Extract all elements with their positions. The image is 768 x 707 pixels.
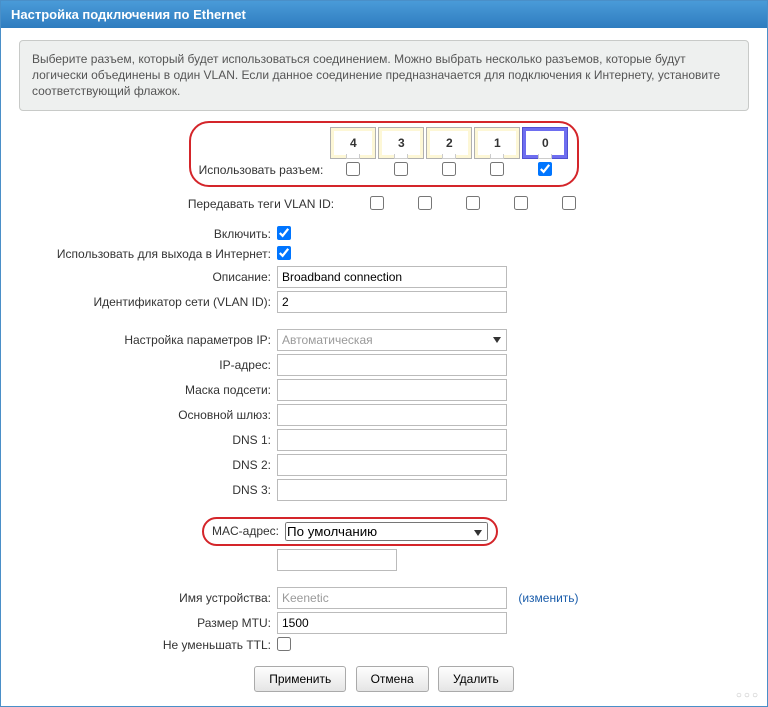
ip-label: IP-адрес: — [19, 358, 277, 372]
apply-button[interactable]: Применить — [254, 666, 346, 692]
dns1-label: DNS 1: — [19, 433, 277, 447]
use-port-3-checkbox[interactable] — [394, 162, 408, 176]
mac-label: MAC-адрес: — [212, 524, 285, 538]
devname-label: Имя устройства: — [19, 591, 277, 605]
port-3[interactable]: 3 — [378, 127, 424, 159]
vlan-tag-0-checkbox[interactable] — [562, 196, 576, 210]
enable-checkbox[interactable] — [277, 226, 291, 240]
use-port-0-checkbox[interactable] — [538, 162, 552, 176]
vlan-tag-label: Передавать теги VLAN ID: — [176, 192, 353, 213]
mac-extra-input[interactable] — [277, 549, 397, 571]
port-1[interactable]: 1 — [474, 127, 520, 159]
use-port-2-checkbox[interactable] — [442, 162, 456, 176]
port-4[interactable]: 4 — [330, 127, 376, 159]
cancel-button[interactable]: Отмена — [356, 666, 429, 692]
resize-grip-icon: ○○○ — [736, 690, 760, 701]
mac-select[interactable] — [285, 522, 488, 541]
port-2[interactable]: 2 — [426, 127, 472, 159]
description-label: Описание: — [19, 270, 277, 284]
mtu-label: Размер MTU: — [19, 616, 277, 630]
vlan-tag-2-checkbox[interactable] — [466, 196, 480, 210]
ip-input[interactable] — [277, 354, 507, 376]
ttl-label: Не уменьшать TTL: — [19, 638, 277, 652]
use-port-1-checkbox[interactable] — [490, 162, 504, 176]
vlan-tag-3-checkbox[interactable] — [418, 196, 432, 210]
mask-input[interactable] — [277, 379, 507, 401]
ipmode-select[interactable] — [277, 329, 507, 351]
vlanid-label: Идентификатор сети (VLAN ID): — [19, 295, 277, 309]
change-link[interactable]: (изменить) — [518, 591, 578, 605]
info-text: Выберите разъем, который будет использов… — [19, 40, 749, 111]
vlan-tag-1-checkbox[interactable] — [514, 196, 528, 210]
dns2-input[interactable] — [277, 454, 507, 476]
ipmode-label: Настройка параметров IP: — [19, 333, 277, 347]
delete-button[interactable]: Удалить — [438, 666, 514, 692]
use-port-label: Использовать разъем: — [199, 162, 330, 179]
mask-label: Маска подсети: — [19, 383, 277, 397]
internet-checkbox[interactable] — [277, 246, 291, 260]
vlanid-input[interactable] — [277, 291, 507, 313]
devname-input — [277, 587, 507, 609]
internet-label: Использовать для выхода в Интернет: — [19, 247, 277, 261]
port-0[interactable]: 0 — [522, 127, 568, 159]
description-input[interactable] — [277, 266, 507, 288]
dns1-input[interactable] — [277, 429, 507, 451]
dns2-label: DNS 2: — [19, 458, 277, 472]
gateway-label: Основной шлюз: — [19, 408, 277, 422]
dns3-label: DNS 3: — [19, 483, 277, 497]
vlan-tag-4-checkbox[interactable] — [370, 196, 384, 210]
enable-label: Включить: — [19, 227, 277, 241]
dns3-input[interactable] — [277, 479, 507, 501]
use-port-4-checkbox[interactable] — [346, 162, 360, 176]
mtu-input[interactable] — [277, 612, 507, 634]
dialog-title: Настройка подключения по Ethernet — [1, 1, 767, 28]
ttl-checkbox[interactable] — [277, 637, 291, 651]
gateway-input[interactable] — [277, 404, 507, 426]
mac-highlight: MAC-адрес: — [202, 517, 498, 546]
ports-highlight: 4 3 2 1 0 Использовать разъем: — [189, 121, 580, 187]
